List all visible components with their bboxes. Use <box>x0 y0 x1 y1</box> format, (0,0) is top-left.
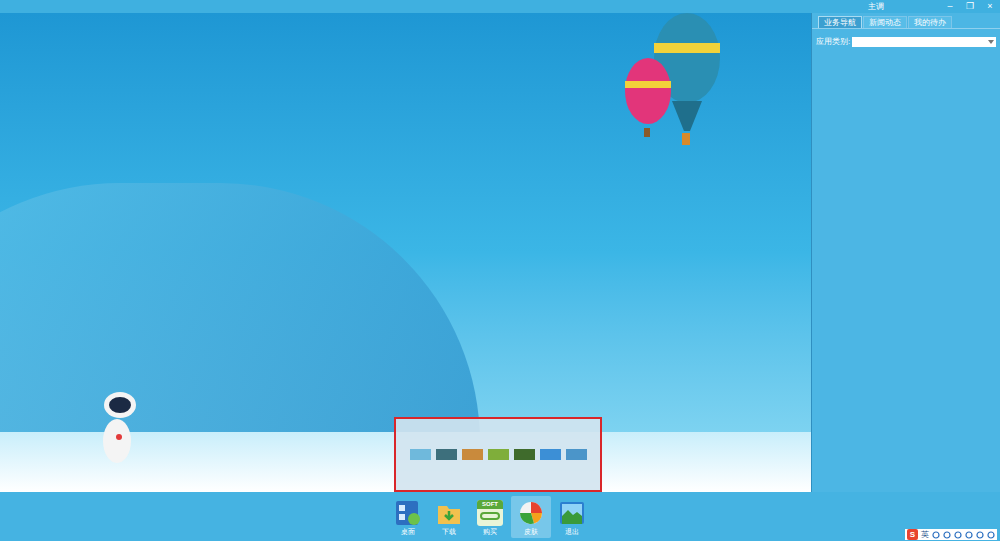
taskbar: 桌面下载SOFT购买皮肤退出 S英 <box>0 492 1000 541</box>
ime-tool-icon[interactable] <box>954 531 962 539</box>
download-folder-icon <box>436 500 462 526</box>
skin-pie-icon <box>518 500 544 526</box>
skin-thumbnail[interactable] <box>436 449 457 460</box>
ime-tool-icon[interactable] <box>987 531 995 539</box>
skin-picker-popup <box>394 417 602 492</box>
category-dropdown[interactable] <box>852 37 996 47</box>
filter-row: 应用类别: <box>812 37 1000 47</box>
skin-thumbnail[interactable] <box>410 449 431 460</box>
dropdown-arrow-icon <box>988 40 994 44</box>
robot-icon <box>95 389 140 469</box>
ime-tray: S英 <box>905 529 997 540</box>
title-bar: 主调 –❐× <box>0 0 1000 13</box>
taskbar-button[interactable]: SOFT购买 <box>470 496 510 538</box>
tab[interactable]: 业务导航 <box>818 16 862 28</box>
filter-label: 应用类别: <box>816 37 850 47</box>
window-control-button[interactable]: – <box>940 0 960 13</box>
skin-thumbnail[interactable] <box>540 449 561 460</box>
exit-landscape-icon <box>559 500 585 526</box>
ime-tool-icon[interactable] <box>932 531 940 539</box>
ime-language[interactable]: 英 <box>921 529 929 540</box>
tab-strip: 业务导航新闻动态我的待办 <box>812 13 1000 29</box>
window-title: 主调 <box>868 0 884 13</box>
app-window: 主调–❐×业务导航新闻动态我的待办应用类别:桌面下载SOFT购买皮肤退出S英 <box>0 0 1000 541</box>
ime-logo[interactable]: S <box>907 529 918 540</box>
skin-thumbnail[interactable] <box>462 449 483 460</box>
skin-thumbnail[interactable] <box>514 449 535 460</box>
taskbar-button[interactable]: 皮肤 <box>511 496 551 538</box>
balloons-icon <box>620 13 730 163</box>
ime-tool-icon[interactable] <box>943 531 951 539</box>
tab[interactable]: 新闻动态 <box>863 16 907 28</box>
taskbar-button[interactable]: 下载 <box>429 496 469 538</box>
skin-thumbnail[interactable] <box>488 449 509 460</box>
desktop-wallpaper <box>0 13 811 492</box>
window-control-button[interactable]: ❐ <box>960 0 980 13</box>
window-control-button[interactable]: × <box>980 0 1000 13</box>
right-panel: 业务导航新闻动态我的待办应用类别: <box>811 13 1000 492</box>
tab[interactable]: 我的待办 <box>908 16 952 28</box>
taskbar-button[interactable]: 退出 <box>552 496 592 538</box>
skin-thumbnail[interactable] <box>566 449 587 460</box>
software-icon: SOFT <box>477 500 503 526</box>
ime-tool-icon[interactable] <box>976 531 984 539</box>
desktop-icon <box>395 500 421 526</box>
taskbar-button[interactable]: 桌面 <box>388 496 428 538</box>
ime-tool-icon[interactable] <box>965 531 973 539</box>
